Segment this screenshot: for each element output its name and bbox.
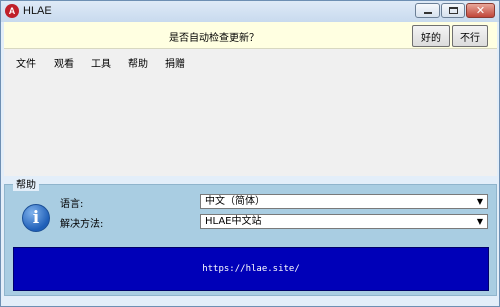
menu-bar: 文件 观看 工具 帮助 捐赠 [4,49,497,71]
accept-update-button[interactable]: 好的 [412,25,450,47]
update-notification-bar: 是否自动检查更新？ 好的 不行 [4,22,497,49]
menu-tools[interactable]: 工具 [91,55,111,70]
solution-label: 解决方法: [60,219,104,230]
menu-file[interactable]: 文件 [16,55,36,70]
maximize-icon [448,7,458,14]
solution-select-value: HLAE中文站 [205,216,262,227]
help-link-text[interactable]: https://hlae.site/ [202,264,300,274]
help-group-title: 帮助 [13,176,39,191]
dropdown-arrow-icon: ▼ [476,197,483,206]
title-bar: A HLAE ✕ [1,1,499,22]
hlae-logo-icon: A [5,4,19,18]
solution-select[interactable]: HLAE中文站 ▼ [200,214,488,229]
help-link-banner[interactable]: https://hlae.site/ [13,247,489,291]
decline-update-button[interactable]: 不行 [452,25,488,47]
menu-view[interactable]: 观看 [54,55,74,70]
minimize-button[interactable] [415,3,440,18]
maximize-button[interactable] [441,3,465,18]
language-select[interactable]: 中文（简体） ▼ [200,194,488,209]
info-icon: i [22,204,50,232]
close-icon: ✕ [475,4,486,17]
window-title: HLAE [23,5,52,17]
language-select-value: 中文（简体） [205,196,265,207]
close-button[interactable]: ✕ [466,3,495,18]
app-window: A HLAE ✕ 是否自动检查更新？ 好的 不行 文件 观看 工具 帮助 捐赠 … [0,0,500,307]
menu-donate[interactable]: 捐赠 [165,55,185,70]
update-prompt-text: 是否自动检查更新？ [169,33,259,44]
language-label: 语言: [60,199,84,210]
dropdown-arrow-icon: ▼ [476,217,483,226]
help-group: 帮助 i 语言: 中文（简体） ▼ 解决方法: HLAE中文站 ▼ https:… [4,176,497,296]
menu-help[interactable]: 帮助 [128,55,148,70]
minimize-icon [423,12,432,14]
client-area: 文件 观看 工具 帮助 捐赠 [4,49,497,176]
